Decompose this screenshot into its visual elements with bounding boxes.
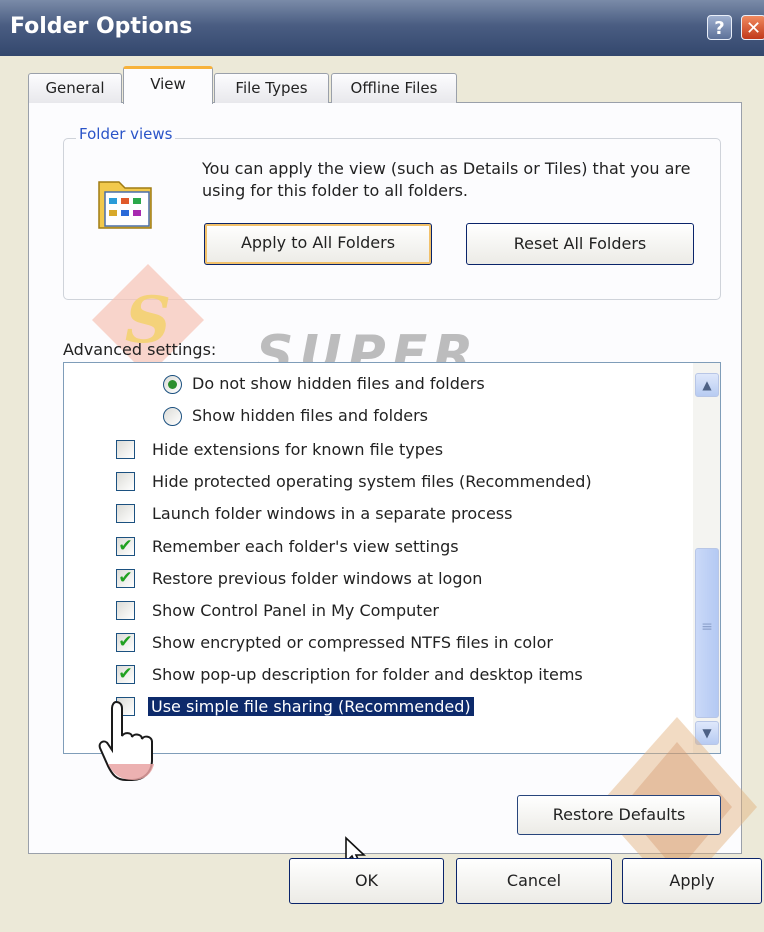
- checkbox-hide-protected-os-files[interactable]: [116, 472, 135, 491]
- checkbox-show-control-panel[interactable]: [116, 601, 135, 620]
- list-item[interactable]: Launch folder windows in a separate proc…: [152, 503, 512, 525]
- tab-file-types[interactable]: File Types: [214, 73, 329, 103]
- reset-all-folders-button[interactable]: Reset All Folders: [466, 223, 694, 265]
- list-item[interactable]: Show hidden files and folders: [192, 405, 428, 427]
- list-item[interactable]: Hide extensions for known file types: [152, 439, 443, 461]
- tab-general[interactable]: General: [28, 73, 122, 103]
- list-item[interactable]: Hide protected operating system files (R…: [152, 471, 592, 493]
- close-button[interactable]: ✕: [741, 15, 764, 40]
- scroll-thumb[interactable]: ≡: [695, 548, 719, 718]
- hand-pointer-icon: [98, 700, 154, 781]
- radio-show-hidden-files[interactable]: [163, 407, 182, 426]
- watermark-logo: S: [92, 264, 204, 376]
- folder-views-description: You can apply the view (such as Details …: [202, 159, 691, 200]
- advanced-list-scrollbar[interactable]: ▲ ≡ ▼: [693, 363, 720, 753]
- apply-to-all-folders-button[interactable]: Apply to All Folders: [204, 223, 432, 265]
- list-item[interactable]: Show Control Panel in My Computer: [152, 600, 439, 622]
- checkbox-restore-windows-at-logon[interactable]: ✔: [116, 569, 135, 588]
- folder-view-icon: [98, 181, 152, 229]
- list-item[interactable]: Remember each folder's view settings: [152, 536, 459, 558]
- tab-view[interactable]: View: [123, 66, 213, 104]
- title-bar: Folder Options ? ✕: [0, 0, 764, 56]
- ok-button[interactable]: OK: [289, 858, 444, 904]
- tab-offline-files[interactable]: Offline Files: [331, 73, 457, 103]
- radio-hide-hidden-files[interactable]: [163, 375, 182, 394]
- restore-defaults-button[interactable]: Restore Defaults: [517, 795, 721, 835]
- list-item-selected[interactable]: Use simple file sharing (Recommended): [148, 696, 474, 718]
- checkbox-show-encrypted-in-color[interactable]: ✔: [116, 633, 135, 652]
- checkbox-hide-extensions[interactable]: [116, 440, 135, 459]
- help-button[interactable]: ?: [707, 15, 732, 40]
- list-item[interactable]: Restore previous folder windows at logon: [152, 568, 482, 590]
- folder-views-title: Folder views: [76, 125, 176, 143]
- advanced-settings-label: Advanced settings:: [63, 340, 217, 359]
- list-item[interactable]: Show pop-up description for folder and d…: [152, 664, 583, 686]
- list-item[interactable]: Do not show hidden files and folders: [192, 373, 485, 395]
- checkbox-remember-view-settings[interactable]: ✔: [116, 537, 135, 556]
- window-title: Folder Options: [10, 14, 193, 39]
- list-item[interactable]: Show encrypted or compressed NTFS files …: [152, 632, 553, 654]
- checkbox-launch-separate-process[interactable]: [116, 504, 135, 523]
- checkbox-show-popup-description[interactable]: ✔: [116, 665, 135, 684]
- simple-file-sharing-label: Use simple file sharing (Recommended): [148, 697, 474, 716]
- cancel-button[interactable]: Cancel: [456, 858, 612, 904]
- apply-button[interactable]: Apply: [622, 858, 762, 904]
- scroll-up-button[interactable]: ▲: [695, 373, 719, 397]
